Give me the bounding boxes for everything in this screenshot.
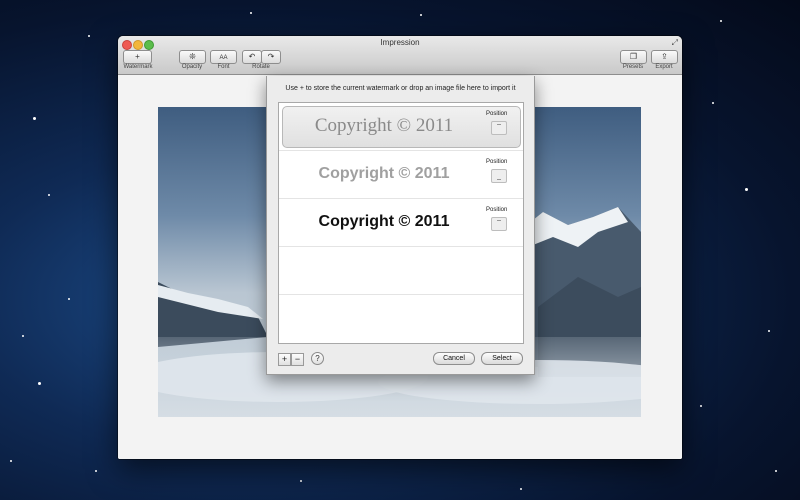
font-label: Font — [217, 64, 230, 70]
presets-icon: ❐ — [629, 52, 638, 61]
watermark-button[interactable]: + — [123, 50, 152, 64]
remove-watermark-button[interactable]: − — [291, 353, 304, 366]
star — [775, 470, 777, 472]
star — [22, 335, 24, 337]
rotate-left-icon: ↶ — [248, 52, 256, 61]
watermark-presets-sheet: Use + to store the current watermark or … — [266, 76, 535, 375]
position-marker — [497, 124, 501, 125]
star — [95, 470, 97, 472]
watermark-preview-text: Copyright © 2011 — [318, 213, 450, 230]
watermark-list-item[interactable]: Copyright © 2011 Position — [279, 151, 523, 199]
help-button[interactable]: ? — [311, 352, 324, 365]
titlebar: Impression ⤢ + Watermark ❊ Opacity AA Fo… — [118, 36, 682, 75]
star — [720, 20, 722, 22]
star — [68, 298, 70, 300]
export-label: Export — [655, 64, 673, 70]
position-indicator — [491, 169, 507, 183]
star — [420, 14, 422, 16]
rotate-right-button[interactable]: ↷ — [261, 50, 281, 64]
rotate-right-icon: ↷ — [267, 52, 275, 61]
watermark-label: Watermark — [123, 64, 153, 70]
empty-list-row — [279, 247, 523, 295]
star — [300, 480, 302, 482]
position-label: Position — [486, 159, 508, 165]
position-marker — [497, 179, 501, 180]
star — [10, 460, 12, 462]
opacity-label: Opacity — [181, 64, 203, 70]
opacity-icon: ❊ — [189, 52, 196, 61]
star — [250, 12, 252, 14]
star — [700, 405, 702, 407]
window-title: Impression — [380, 38, 420, 47]
position-marker — [497, 220, 501, 221]
position-label: Position — [486, 111, 508, 117]
position-label: Position — [486, 207, 508, 213]
fullscreen-icon[interactable]: ⤢ — [672, 38, 678, 48]
plus-icon: + — [135, 52, 140, 61]
star — [745, 188, 748, 191]
star — [48, 194, 50, 196]
presets-button[interactable]: ❐ — [620, 50, 647, 64]
star — [33, 117, 36, 120]
watermark-preview-text: Copyright © 2011 — [314, 115, 454, 136]
watermark-list-item[interactable]: Copyright © 2011 Position — [279, 199, 523, 247]
font-icon: AA — [219, 55, 228, 61]
export-button[interactable]: ⇪ — [651, 50, 678, 64]
star — [712, 102, 714, 104]
add-watermark-button[interactable]: + — [278, 353, 291, 366]
position-indicator — [491, 121, 507, 135]
opacity-button[interactable]: ❊ — [179, 50, 206, 64]
presets-label: Presets — [622, 64, 644, 70]
star — [38, 382, 41, 385]
watermark-list: Copyright © 2011 Position Copyright © 20… — [278, 102, 524, 344]
rotate-left-button[interactable]: ↶ — [242, 50, 262, 64]
watermark-list-item[interactable]: Copyright © 2011 Position — [279, 103, 523, 151]
star — [88, 35, 90, 37]
sheet-instructions: Use + to store the current watermark or … — [285, 85, 516, 92]
font-button[interactable]: AA — [210, 50, 237, 64]
cancel-button[interactable]: Cancel — [433, 352, 475, 365]
rotate-label: Rotate — [252, 64, 270, 70]
select-button[interactable]: Select — [481, 352, 523, 365]
watermark-preview-text: Copyright © 2011 — [318, 165, 450, 182]
position-indicator — [491, 217, 507, 231]
star — [768, 330, 770, 332]
star — [520, 488, 522, 490]
export-icon: ⇪ — [661, 52, 668, 61]
